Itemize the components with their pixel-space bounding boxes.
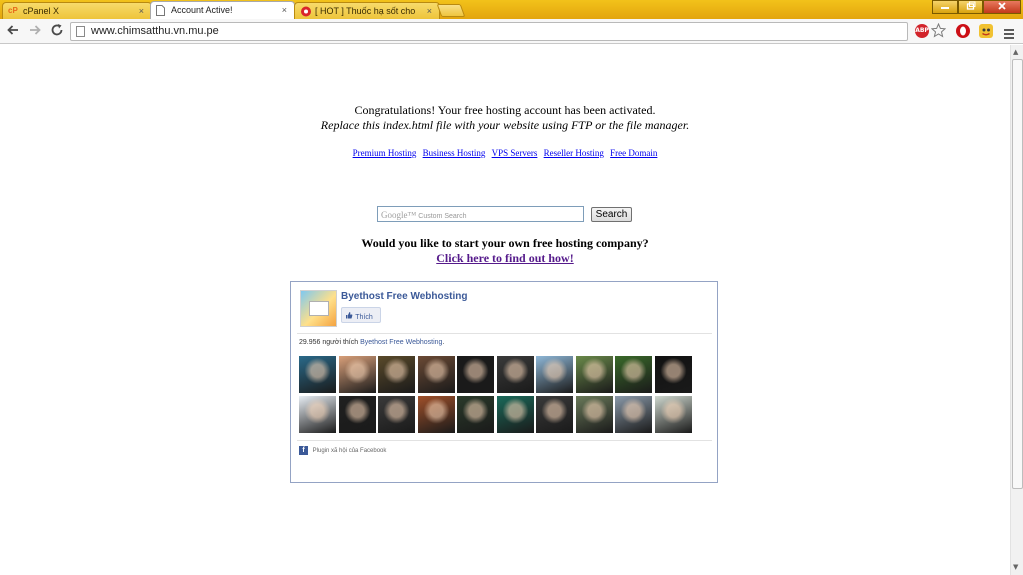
fb-plugin-credit[interactable]: f Plugin xã hội của Facebook	[299, 446, 386, 455]
fan-avatar[interactable]	[575, 356, 613, 393]
close-window-button[interactable]	[983, 0, 1021, 14]
maximize-button[interactable]	[958, 0, 983, 14]
fan-avatar[interactable]	[457, 356, 494, 393]
tab-account-active[interactable]: Account Active! ×	[150, 1, 295, 20]
scroll-up-icon[interactable]: ▲	[1013, 48, 1018, 56]
search-placeholder: Custom Search	[418, 213, 467, 220]
divider	[297, 440, 712, 441]
minimize-icon	[941, 7, 949, 9]
fan-avatar[interactable]	[575, 396, 613, 433]
minimize-button[interactable]	[932, 0, 958, 14]
tab-strip: cP cPanel X × Account Active! × [ HOT ] …	[0, 0, 1023, 20]
scroll-thumb[interactable]	[1012, 59, 1023, 489]
google-brand: Google™	[381, 210, 417, 220]
hosting-links: Premium Hosting Business Hosting VPS Ser…	[0, 148, 1010, 158]
page-content: Congratulations! Your free hosting accou…	[0, 45, 1010, 575]
back-arrow-icon	[7, 25, 18, 35]
plugin-label: Plugin xã hội của Facebook	[312, 448, 387, 455]
close-icon[interactable]: ×	[282, 5, 287, 15]
star-icon[interactable]	[930, 22, 947, 42]
facebook-like-box: Byethost Free Webhosting Thích 29.956 ng…	[290, 281, 718, 483]
address-bar[interactable]: www.chimsatthu.vn.mu.pe	[70, 22, 908, 41]
vps-servers-link[interactable]: VPS Servers	[492, 148, 538, 158]
like-button-label: Thích	[355, 314, 373, 321]
like-button[interactable]: Thích	[341, 307, 381, 323]
restore-icon	[966, 1, 975, 10]
opera-icon[interactable]	[955, 23, 971, 43]
forward-button[interactable]	[28, 23, 42, 42]
browser-toolbar: www.chimsatthu.vn.mu.pe ABP	[0, 19, 1023, 44]
search-input[interactable]: Google™ Custom Search	[377, 206, 584, 222]
fb-page-name[interactable]: Byethost Free Webhosting	[341, 291, 468, 302]
adblock-icon[interactable]: ABP	[915, 24, 929, 38]
extension-icon[interactable]	[978, 23, 994, 43]
like-count: 29.956 người thích Byethost Free Webhost…	[299, 339, 445, 346]
reload-button[interactable]	[50, 23, 64, 42]
like-count-number: 29.956	[299, 339, 321, 346]
page-avatar[interactable]	[300, 290, 337, 327]
tab-hot-article[interactable]: [ HOT ] Thuốc hạ sốt cho ×	[294, 2, 440, 19]
fan-avatar[interactable]	[536, 356, 573, 393]
divider	[297, 333, 712, 334]
fan-avatar[interactable]	[654, 356, 692, 393]
fan-avatar[interactable]	[615, 356, 652, 393]
fan-avatar[interactable]	[496, 396, 534, 433]
likes-text: người thích	[322, 339, 359, 346]
fan-avatar[interactable]	[338, 396, 376, 433]
back-button[interactable]	[6, 23, 20, 42]
fan-avatar[interactable]	[417, 356, 455, 393]
promo-link-wrap: Click here to find out how!	[0, 251, 1010, 266]
search-button[interactable]: Search	[591, 207, 632, 222]
reload-icon	[51, 24, 63, 36]
close-x-icon	[998, 2, 1006, 10]
tab-account-active-label: Account Active!	[171, 5, 233, 15]
scroll-down-icon[interactable]: ▼	[1013, 563, 1018, 571]
close-icon[interactable]: ×	[139, 6, 144, 16]
replace-instructions: Replace this index.html file with your w…	[320, 118, 690, 132]
find-out-how-link[interactable]: Click here to find out how!	[436, 251, 573, 265]
cpanel-favicon-icon: cP	[8, 6, 18, 15]
fan-avatar[interactable]	[496, 356, 534, 393]
likes-page-link[interactable]: Byethost Free Webhosting	[360, 339, 442, 346]
page-icon	[76, 26, 85, 37]
fan-avatar[interactable]	[378, 396, 415, 433]
close-icon[interactable]: ×	[427, 6, 432, 16]
fan-avatar[interactable]	[654, 396, 692, 433]
premium-hosting-link[interactable]: Premium Hosting	[353, 148, 417, 158]
thumbs-up-icon	[345, 312, 355, 321]
page-avatar-screen	[309, 301, 329, 316]
fan-avatar[interactable]	[615, 396, 652, 433]
forward-arrow-icon	[30, 25, 41, 35]
vertical-scrollbar[interactable]: ▲ ▼	[1010, 45, 1023, 575]
address-text: www.chimsatthu.vn.mu.pe	[91, 25, 219, 37]
fan-avatar[interactable]	[299, 396, 336, 433]
tab-cpanel[interactable]: cP cPanel X ×	[2, 2, 152, 19]
activation-message: Congratulations! Your free hosting accou…	[354, 103, 656, 117]
fan-avatar[interactable]	[299, 356, 336, 393]
tab-cpanel-label: cPanel X	[23, 6, 60, 16]
promo-question: Would you like to start your own free ho…	[361, 236, 649, 250]
menu-icon[interactable]	[1003, 25, 1015, 44]
business-hosting-link[interactable]: Business Hosting	[423, 148, 486, 158]
fan-avatar[interactable]	[378, 356, 415, 393]
page-favicon-icon	[156, 5, 168, 16]
news-favicon-icon	[300, 6, 312, 17]
fan-avatar[interactable]	[536, 396, 573, 433]
new-tab-button[interactable]	[436, 4, 466, 17]
tab-hot-article-label: [ HOT ] Thuốc hạ sốt cho	[315, 6, 416, 16]
facebook-icon: f	[299, 446, 308, 455]
fan-avatar[interactable]	[338, 356, 376, 393]
free-domain-link[interactable]: Free Domain	[610, 148, 657, 158]
reseller-hosting-link[interactable]: Reseller Hosting	[544, 148, 604, 158]
fan-avatar[interactable]	[457, 396, 494, 433]
fan-avatar[interactable]	[417, 396, 455, 433]
